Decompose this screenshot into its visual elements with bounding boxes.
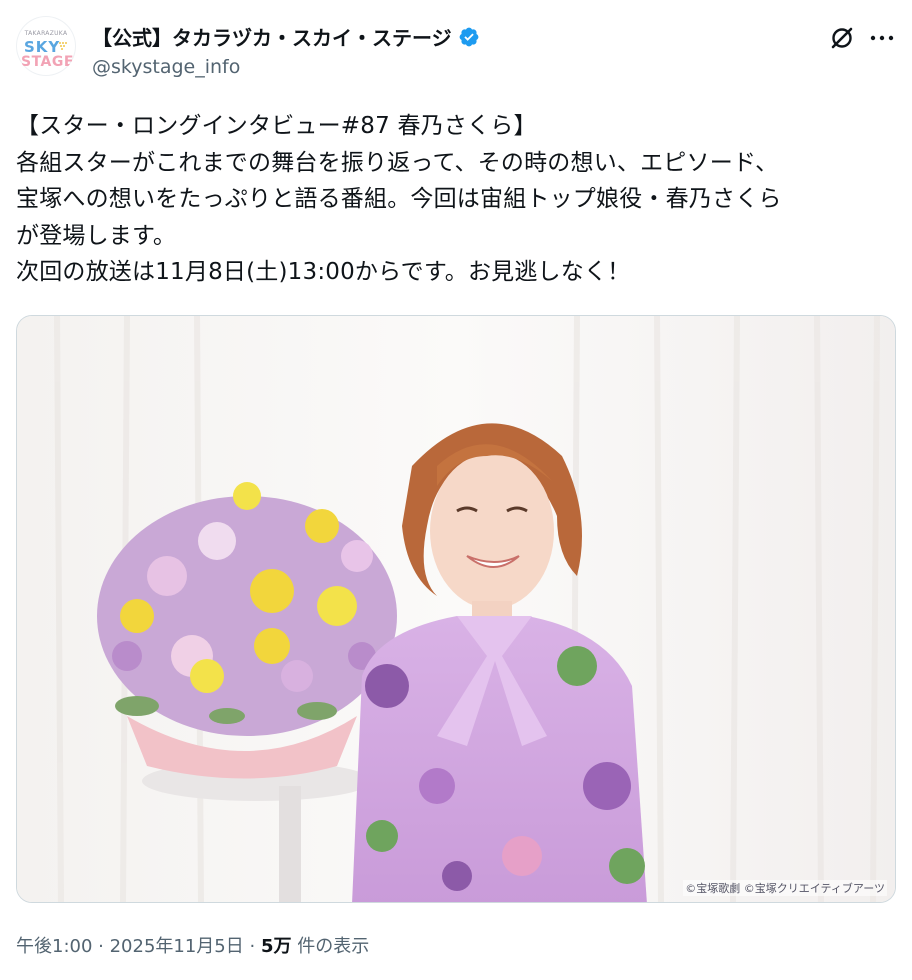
views-label: 件の表示 [291, 936, 370, 957]
tweet-text: 【スター・ロングインタビュー#87 春乃さくら】 各組スターがこれまでの舞台を振… [16, 113, 782, 285]
tweet-header: TAKARAZUKA SKY STAGE 【公式】タカラヅカ・スカイ・ステージ … [16, 14, 896, 86]
meta-separator: · [243, 936, 261, 957]
tweet-time[interactable]: 午後1:00 [16, 936, 92, 957]
avatar-top-text: TAKARAZUKA [24, 30, 68, 37]
grok-icon[interactable] [828, 24, 856, 52]
tweet-meta: 午後1:00 · 2025年11月5日 · 5万 件の表示 [16, 932, 369, 958]
avatar-line2: STAGE [21, 54, 74, 70]
image-credit: ©宝塚歌劇 ©宝塚クリエイティブアーツ [683, 880, 887, 896]
name-row: 【公式】タカラヅカ・スカイ・ステージ [92, 22, 480, 51]
views-count: 5万 [260, 936, 292, 957]
display-name[interactable]: 【公式】タカラヅカ・スカイ・ステージ [92, 22, 452, 51]
meta-separator: · [92, 936, 110, 957]
tweet-photo[interactable]: ©宝塚歌劇 ©宝塚クリエイティブアーツ [16, 315, 896, 903]
more-icon[interactable] [868, 24, 896, 52]
avatar[interactable]: TAKARAZUKA SKY STAGE [16, 16, 76, 76]
handle[interactable]: @skystage_info [92, 56, 240, 78]
tweet-date[interactable]: 2025年11月5日 [110, 936, 244, 957]
avatar-dots [59, 42, 67, 50]
photo-illustration [17, 316, 895, 902]
verified-badge-icon [459, 27, 479, 46]
